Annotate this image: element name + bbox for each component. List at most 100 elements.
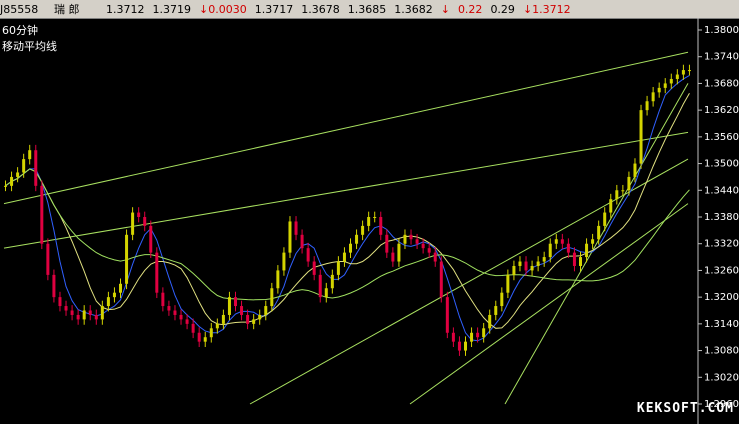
candle-body — [687, 70, 691, 72]
candle-body — [312, 261, 316, 275]
candle-body — [155, 252, 159, 293]
y-tick-label: 1.3200 — [704, 292, 739, 303]
trend-line — [504, 83, 689, 405]
candle-body — [16, 172, 20, 177]
y-tick-label: 1.3500 — [704, 159, 739, 170]
candle-body — [409, 234, 413, 240]
candle-body — [506, 274, 510, 293]
candle-body — [58, 297, 62, 307]
down-arrow-icon: ↓ — [440, 2, 450, 16]
candle-body — [367, 217, 371, 226]
candle-body — [603, 212, 607, 226]
candle-body — [609, 199, 613, 213]
quote-open: 1.3712 — [106, 2, 145, 16]
candle-body — [591, 239, 595, 244]
candle-body — [161, 292, 165, 307]
y-tick-label: 1.3140 — [704, 319, 739, 330]
candle-body — [294, 221, 298, 235]
candle-body — [209, 328, 213, 338]
candle-body — [524, 261, 528, 271]
candle-body — [70, 310, 74, 315]
y-tick-label: 1.3260 — [704, 265, 739, 276]
quote-high: 1.3719 — [152, 2, 192, 16]
candle-body — [82, 310, 86, 320]
candle-body — [391, 252, 395, 262]
candle-body — [542, 257, 546, 262]
candle-body — [415, 239, 419, 244]
candle-body — [433, 252, 437, 262]
candle-body — [137, 212, 141, 217]
candle-body — [639, 110, 643, 164]
price-axis: 1.3800 1.3740 1.3680 1.3620 1.3560 1.3500 1.34… — [697, 18, 739, 424]
candle-body — [125, 234, 129, 284]
candle-body — [373, 217, 377, 218]
candle-body — [669, 78, 673, 84]
candle-body — [385, 234, 389, 253]
candle-body — [88, 310, 92, 315]
trend-lines — [3, 51, 689, 405]
candles — [4, 64, 691, 356]
y-tick-label: 1.3020 — [704, 372, 739, 383]
candle-body — [34, 150, 38, 186]
candle-body — [46, 243, 50, 275]
candle-body — [675, 74, 679, 79]
candle-body — [22, 159, 26, 173]
candle-body — [270, 288, 274, 307]
candle-body — [227, 297, 231, 315]
y-tick-label: 1.3680 — [704, 78, 739, 89]
candle-body — [597, 225, 601, 240]
candle-body — [288, 221, 292, 253]
candle-body — [554, 239, 558, 244]
quote-value-4: 1.3682 — [394, 2, 433, 16]
candle-body — [355, 234, 359, 244]
y-tick-label: 1.3380 — [704, 212, 739, 223]
candle-body — [627, 176, 631, 191]
candle-body — [4, 185, 7, 187]
trend-line — [3, 51, 689, 205]
candle-body — [657, 87, 661, 93]
price-chart[interactable]: 1.3800 1.3740 1.3680 1.3620 1.3560 1.3500 1.34… — [0, 18, 739, 424]
candle-body — [306, 248, 310, 262]
candle-body — [246, 314, 250, 324]
symbol-code: J85558 — [0, 2, 39, 16]
candle-body — [342, 252, 346, 262]
candle-body — [427, 248, 431, 253]
candle-body — [64, 306, 68, 311]
candle-body — [421, 243, 425, 249]
y-tick-label: 1.3740 — [704, 52, 739, 63]
candle-body — [651, 92, 655, 102]
candle-body — [143, 217, 147, 226]
candle-body — [131, 212, 135, 235]
candle-body — [445, 297, 449, 333]
candle-body — [258, 314, 262, 320]
candle-body — [566, 243, 570, 253]
candle-body — [94, 314, 98, 320]
candle-body — [530, 265, 534, 271]
candle-body — [252, 319, 256, 324]
candle-body — [179, 314, 183, 320]
quote-value-2: 1.3678 — [301, 2, 340, 16]
candle-body — [482, 328, 486, 338]
trend-line — [409, 203, 689, 405]
y-tick-label: 1.3320 — [704, 239, 739, 250]
candle-body — [361, 225, 365, 235]
candle-body — [221, 314, 225, 324]
trend-line — [3, 131, 689, 249]
candle-body — [185, 319, 189, 324]
quote-value-3: 1.3685 — [347, 2, 387, 16]
candle-body — [518, 261, 522, 266]
candle-body — [379, 217, 383, 235]
candle-body — [10, 176, 14, 186]
candle-body — [234, 297, 237, 307]
candle-body — [512, 265, 516, 275]
watermark: KEKSOFT.COM — [636, 401, 734, 416]
candle-body — [173, 310, 177, 315]
candle-body — [464, 341, 467, 351]
quote-pct: 0.22 — [457, 2, 483, 16]
quote-bar: J85558 瑞 郎 1.3712 1.3719 ↓0.0030 1.3717 … — [0, 0, 739, 19]
candle-body — [681, 70, 685, 75]
ma-line — [5, 168, 690, 301]
candle-body — [28, 150, 32, 160]
candle-body — [476, 332, 480, 338]
candle-body — [191, 323, 195, 333]
